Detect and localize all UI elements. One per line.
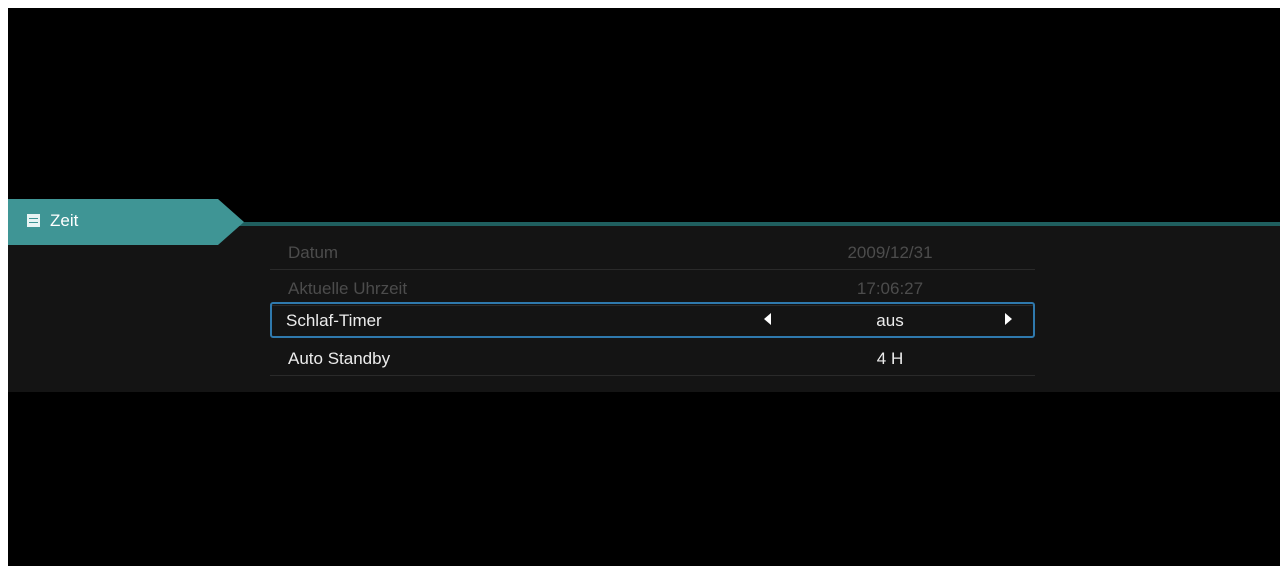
tv-settings-screen: Zeit Datum 2009/12/31 Aktuelle Uhrzeit 1… xyxy=(8,8,1280,566)
setting-label: Datum xyxy=(288,243,339,262)
arrow-left-icon[interactable] xyxy=(764,313,771,325)
category-tab-label: Zeit xyxy=(50,211,79,230)
category-divider-line xyxy=(238,222,1280,226)
setting-value: 17:06:27 xyxy=(856,279,924,298)
arrow-right-icon[interactable] xyxy=(1005,313,1012,325)
list-icon xyxy=(27,214,40,227)
row-divider xyxy=(270,375,1035,376)
setting-label: Aktuelle Uhrzeit xyxy=(288,279,408,298)
setting-value: 4 H xyxy=(876,349,904,368)
setting-label: Schlaf-Timer xyxy=(286,311,382,330)
setting-value: 2009/12/31 xyxy=(847,243,933,262)
setting-row-datum: Datum 2009/12/31 xyxy=(270,234,1035,270)
setting-row-schlaf-timer[interactable]: Schlaf-Timer aus xyxy=(270,302,1035,338)
setting-label: Auto Standby xyxy=(288,349,391,368)
setting-value: aus xyxy=(876,311,904,330)
setting-row-aktuelle-uhrzeit: Aktuelle Uhrzeit 17:06:27 xyxy=(270,270,1035,306)
category-tab-zeit[interactable]: Zeit xyxy=(8,199,244,245)
setting-row-auto-standby[interactable]: Auto Standby 4 H xyxy=(270,340,1035,376)
